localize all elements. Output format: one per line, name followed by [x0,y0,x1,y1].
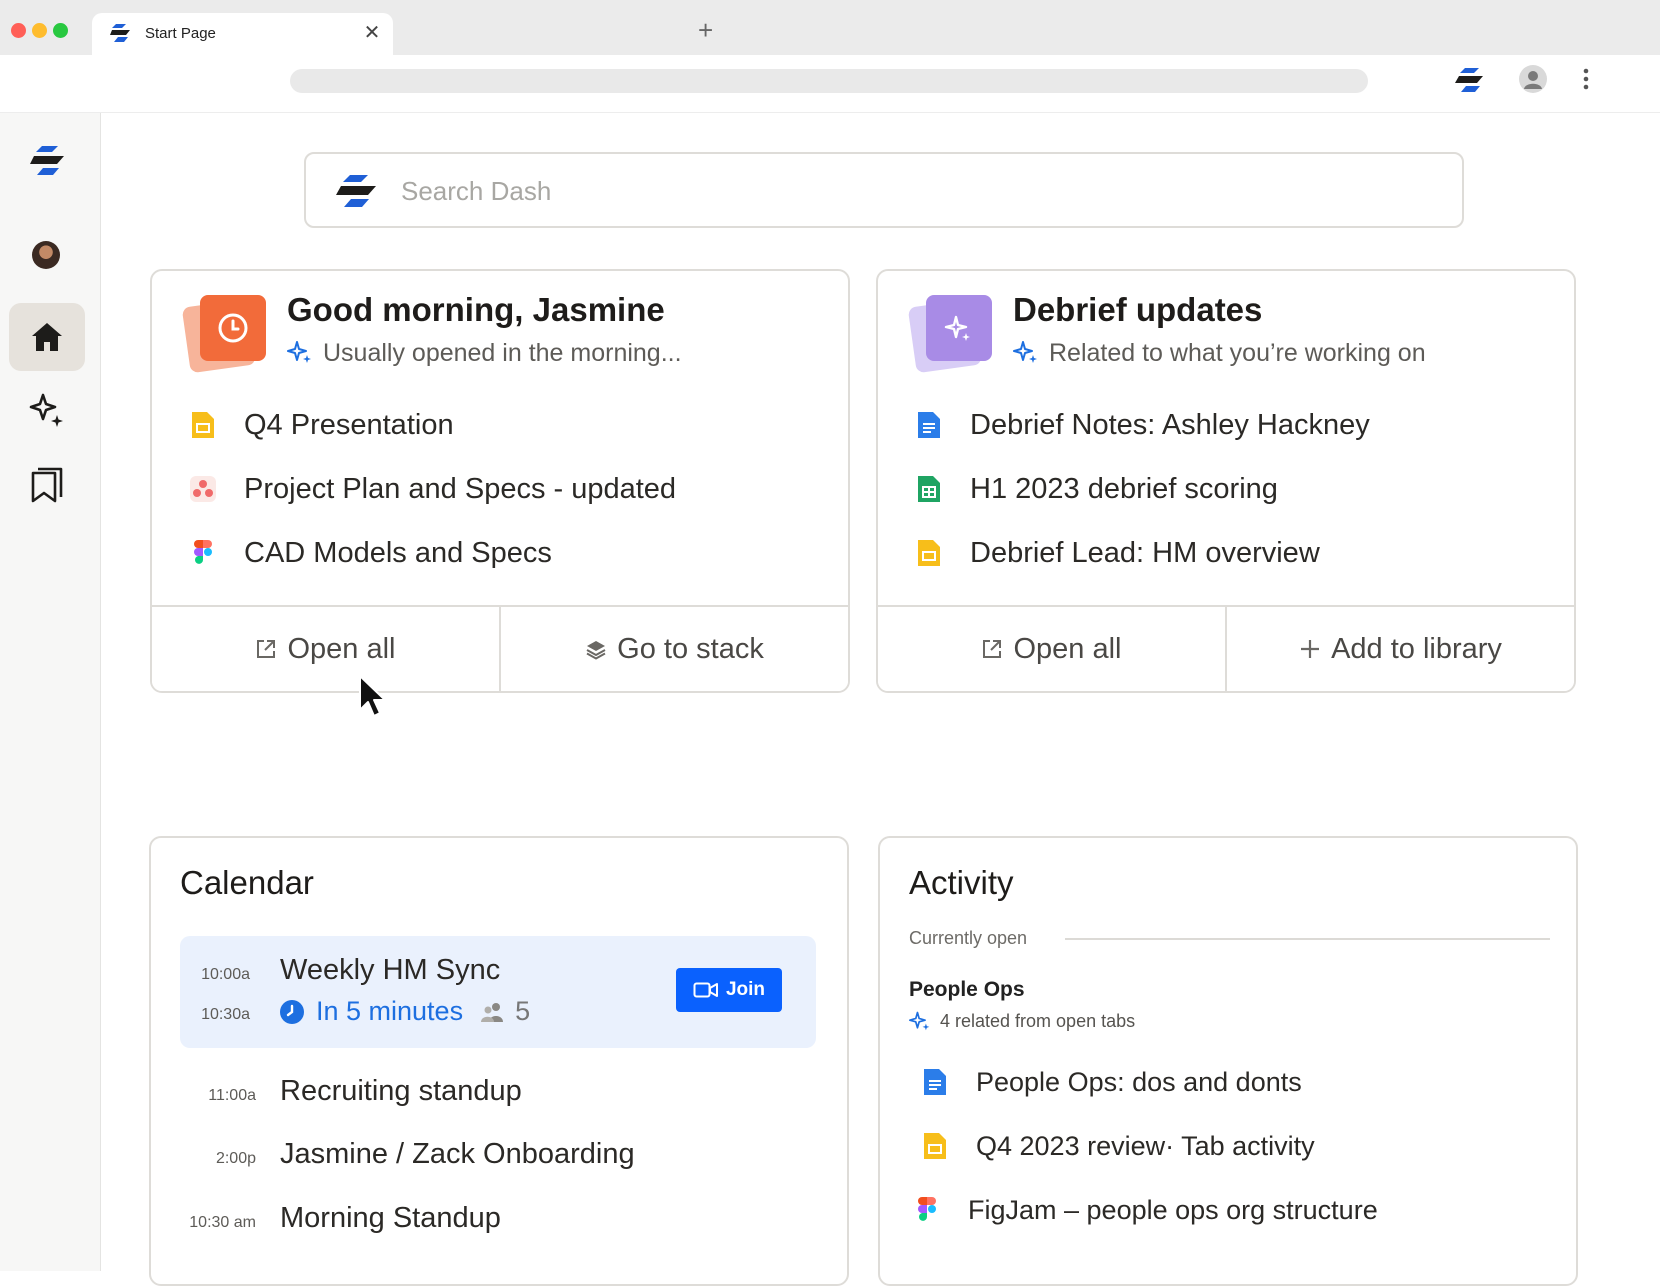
search-input[interactable] [401,172,1441,210]
slides-icon [192,412,214,438]
file-list: Q4 Presentation Project Plan and Specs -… [190,393,676,585]
section-label: Currently open [909,928,1028,948]
card-subtitle: Related to what you’re working on [1013,339,1426,368]
people-icon [481,1002,504,1022]
event-start-time: 10:00a [201,966,250,983]
docs-icon [924,1069,946,1095]
stacks-icon[interactable] [30,467,64,505]
card-actions: Open all Add to library [878,605,1574,691]
card-subtitle: Usually opened in the morning... [287,339,682,368]
sparkle-icon [1013,341,1037,363]
browser-toolbar [0,55,1660,113]
open-all-button[interactable]: Open all [152,607,499,691]
close-window-button[interactable] [11,23,26,38]
list-item[interactable]: Debrief Notes: Ashley Hackney [916,393,1370,457]
event-time: 10:30 am [189,1214,256,1231]
close-tab-icon[interactable]: ✕ [362,20,382,45]
card-actions: Open all Go to stack [152,605,848,691]
calendar-card: Calendar 10:00a 10:30a Weekly HM Sync In… [149,836,849,1286]
event-title: Weekly HM Sync [280,954,501,986]
event-time: 2:00p [215,1150,256,1167]
slides-icon [918,540,940,566]
clock-icon [280,999,304,1024]
sidebar [0,113,101,1271]
sparkle-tile-icon [908,295,992,373]
file-list: Debrief Notes: Ashley Hackney H1 2023 de… [916,393,1370,585]
sparkle-icon [909,1011,930,1031]
maximize-window-button[interactable] [53,23,68,38]
avatar[interactable] [32,241,60,269]
list-item[interactable]: Q4 Presentation [190,393,676,457]
home-icon [32,323,62,351]
dash-logo-icon [336,175,376,207]
list-item[interactable]: H1 2023 debrief scoring [916,457,1370,521]
join-button[interactable]: Join [676,968,782,1012]
divider [1065,938,1550,940]
event-end-time: 10:30a [201,1006,250,1023]
greeting-card: Good morning, Jasmine Usually opened in … [150,269,850,693]
list-item[interactable]: Q4 2023 review· Tab activity [922,1114,1378,1178]
more-options-icon[interactable] [1578,65,1594,93]
list-item[interactable]: FigJam – people ops org structure [914,1178,1378,1242]
external-link-icon [983,640,1002,658]
video-camera-icon [693,982,718,998]
sparkle-icon [287,341,311,363]
event-title: Recruiting standup [280,1075,522,1107]
tab-start-page[interactable]: Start Page ✕ [92,13,393,55]
debrief-card: Debrief updates Related to what you’re w… [876,269,1576,693]
figma-icon [194,540,212,564]
event-time: 11:00a [208,1087,256,1104]
plus-icon [1301,640,1320,658]
event-title: Jasmine / Zack Onboarding [280,1138,635,1170]
dash-logo-icon [110,24,130,42]
open-all-button[interactable]: Open all [878,607,1225,691]
activity-group-title[interactable]: People Ops [909,978,1025,1002]
figma-icon [918,1197,936,1221]
list-item[interactable]: Debrief Lead: HM overview [916,521,1370,585]
event-title: Morning Standup [280,1202,501,1234]
add-to-library-button[interactable]: Add to library [1225,607,1574,691]
docs-icon [918,412,940,438]
calendar-event-highlighted[interactable]: 10:00a 10:30a Weekly HM Sync In 5 minute… [180,936,816,1048]
dash-logo-icon[interactable] [30,143,66,179]
activity-card: Activity Currently open People Ops 4 rel… [878,836,1578,1286]
event-status: In 5 minutes 5 [280,996,530,1027]
asana-icon [190,476,216,502]
list-item[interactable]: Project Plan and Specs - updated [190,457,676,521]
new-tab-button[interactable]: + [698,17,713,43]
search-bar[interactable] [304,152,1464,228]
minimize-window-button[interactable] [32,23,47,38]
clock-icon [182,295,266,373]
activity-group-related: 4 related from open tabs [909,1010,1135,1032]
card-title: Debrief updates [1013,291,1263,328]
mouse-cursor-icon [359,675,386,717]
sidebar-item-home[interactable] [9,303,85,371]
calendar-title: Calendar [180,864,314,901]
profile-icon[interactable] [1519,65,1547,93]
stack-icon [586,641,606,660]
slides-icon [924,1133,946,1159]
url-field[interactable] [290,69,1368,93]
activity-title: Activity [909,864,1014,901]
sparkle-icon[interactable] [28,391,66,429]
browser-tab-bar: Start Page ✕ + [0,0,1660,55]
sheets-icon [918,476,940,502]
list-item[interactable]: CAD Models and Specs [190,521,676,585]
external-link-icon [257,640,276,658]
activity-list: People Ops: dos and donts Q4 2023 review… [918,1050,1378,1242]
dash-extension-icon[interactable] [1455,65,1485,95]
list-item[interactable]: People Ops: dos and donts [922,1050,1378,1114]
tab-title: Start Page [145,25,216,42]
go-to-stack-button[interactable]: Go to stack [499,607,848,691]
attendees: 5 [479,996,530,1027]
card-title: Good morning, Jasmine [287,291,665,328]
